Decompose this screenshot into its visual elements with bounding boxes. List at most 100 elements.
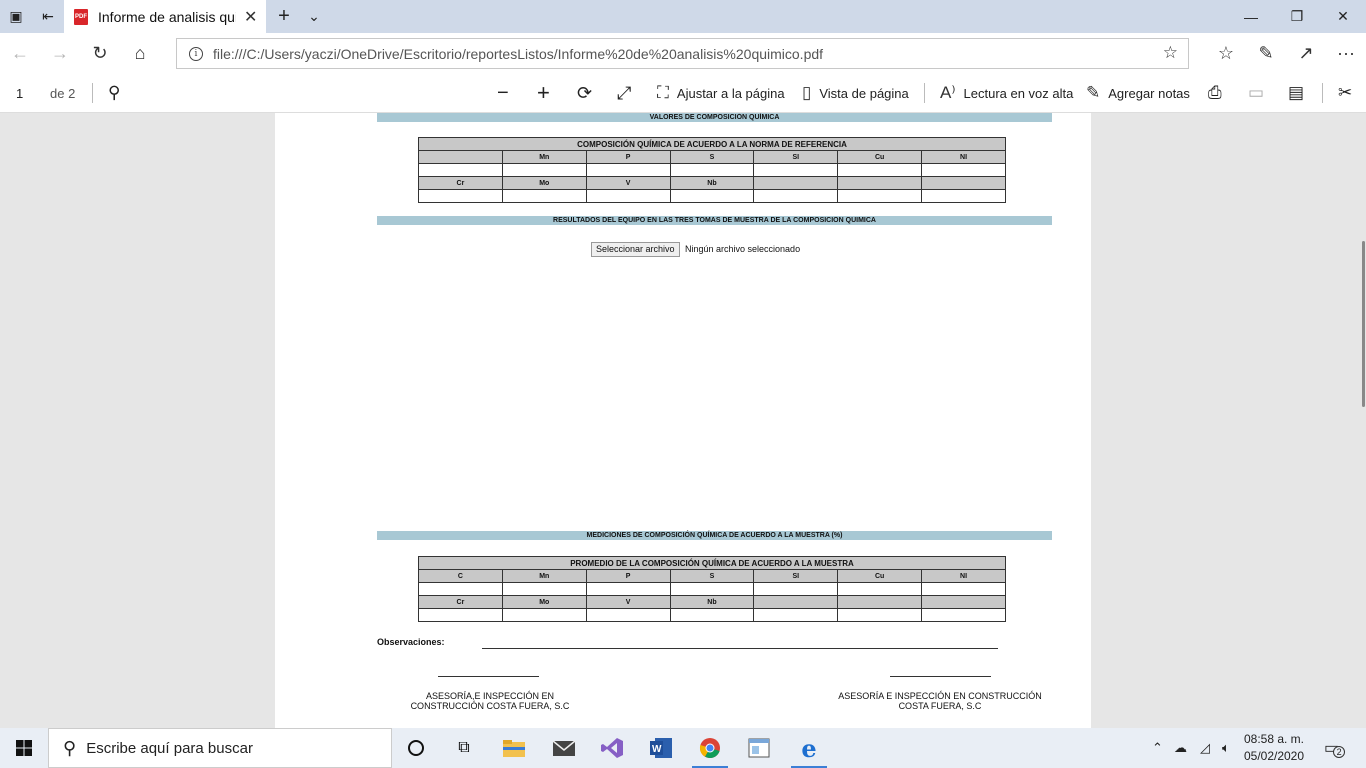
info-icon[interactable]: i [189,46,203,61]
set-tabs-aside-icon[interactable]: ⇤ [32,0,64,33]
restore-button[interactable]: ❐ [1274,0,1320,33]
back-arrow-icon[interactable]: ← [0,33,40,73]
table-cell [837,595,923,609]
fullscreen-icon[interactable]: ⤢ [617,73,631,113]
chevron-down-icon[interactable]: ⌄ [298,0,330,33]
address-bar[interactable]: i file:///C:/Users/yaczi/OneDrive/Escrit… [176,38,1189,69]
file-explorer-icon[interactable] [490,728,538,768]
pdf-toolbar: 1 de 2 ⚲ − + ⟳ ⤢ ⛶ Ajustar a la página ▯ V… [0,73,1366,113]
url-text[interactable]: file:///C:/Users/yaczi/OneDrive/Escritor… [213,46,823,62]
table-cell: Nb [669,595,755,609]
table-cell: SI [753,150,839,164]
windows-start-button[interactable] [0,728,48,768]
add-notes-label: Agregar notas [1108,85,1190,101]
pen-notes-icon[interactable]: ✎ [1246,33,1286,73]
fit-page-label: Ajustar a la página [676,85,785,101]
section-header-results: RESULTADOS DEL EQUIPO EN LAS TRES TOMAS … [377,216,1052,225]
cortana-icon[interactable] [392,728,440,768]
fit-page-button[interactable]: ⛶ Ajustar a la página [657,73,785,113]
table-cell [921,595,1006,609]
table-cell [753,595,839,609]
taskbar-search-box[interactable]: ⚲ Escribe aquí para buscar [48,728,392,768]
table-header-row: Cr Mo V Nb [418,176,1006,190]
close-window-button[interactable]: ✕ [1320,0,1366,33]
signature-line-left [438,676,539,677]
zoom-in-icon[interactable]: + [537,73,550,113]
table-row [418,582,1006,596]
read-aloud-label: Lectura en voz alta [963,85,1074,101]
clock[interactable]: 08:58 a. m. 05/02/2020 [1236,731,1312,765]
signature-right-line2: COSTA FUERA, S.C [898,701,982,711]
search-icon[interactable]: ⚲ [108,73,120,113]
pin-toolbar-icon[interactable]: ✂ [1338,73,1352,113]
table-cell: Cr [418,176,503,190]
cloud-icon[interactable]: ☁ [1174,728,1187,768]
signature-left-line2: CONSTRUCCIÓN COSTA FUERA, S.C [410,701,570,711]
clock-date: 05/02/2020 [1243,749,1305,763]
table-cell: C [418,569,503,583]
read-aloud-button[interactable]: A⁾ Lectura en voz alta [940,73,1073,113]
app-window-icon[interactable] [735,728,783,768]
table-cell: S [669,150,755,164]
minimize-button[interactable]: — [1228,0,1274,33]
signature-right-line1: ASESORÍA E INSPECCIÓN EN CONSTRUCCIÓN [838,691,1042,701]
table-cell: NI [921,150,1006,164]
table-cell [837,176,923,190]
word-icon[interactable]: W [637,728,685,768]
tab-close-icon[interactable]: ✕ [244,7,257,27]
table-cell: NI [921,569,1006,583]
add-notes-button[interactable]: ✎ Agregar notas [1086,73,1190,113]
scrollbar-thumb[interactable] [1362,241,1365,407]
more-options-icon[interactable]: ··· [1326,33,1366,73]
forward-arrow-icon[interactable]: → [40,33,80,73]
table-header-row: C Mn P S SI Cu NI [418,569,1006,583]
tab-title: Informe de analisis quin [98,8,236,25]
page-view-icon: ▯ [802,83,812,102]
read-aloud-icon: A⁾ [940,83,956,102]
table-cell: Mn [501,569,587,583]
visual-studio-icon[interactable] [588,728,636,768]
home-icon[interactable]: ⌂ [120,33,160,73]
tab-actions-icon[interactable]: ▣ [0,0,32,33]
notifications-icon[interactable]: ▭ 2 [1324,728,1346,768]
table-cell [753,176,839,190]
show-hidden-icons-icon[interactable]: ⌃ [1152,728,1163,768]
task-view-icon[interactable]: ⧉ [440,728,488,768]
signature-line-right [890,676,991,677]
favorites-icon[interactable]: ☆ [1206,33,1246,73]
volume-muted-icon[interactable]: 🔈︎ [1222,728,1230,768]
network-icon[interactable]: ◿ [1200,728,1210,768]
save-as-icon[interactable]: ▤ [1288,73,1304,113]
edge-icon[interactable]: e [785,728,833,768]
observations-line [482,648,998,649]
table-cell [921,176,1006,190]
save-icon[interactable]: ▭ [1248,73,1264,113]
notification-count: 2 [1333,746,1346,758]
new-tab-icon[interactable]: + [268,0,300,33]
rotate-icon[interactable]: ⟳ [577,73,592,113]
page-view-label: Vista de página [819,85,909,101]
favorite-star-icon[interactable]: ☆ [1163,43,1178,63]
separator [1322,83,1323,103]
windows-logo-icon [16,740,32,756]
chrome-icon[interactable] [686,728,734,768]
signature-left-line1: ASESORÍA,E INSPECCIÓN EN [425,691,555,701]
page-number-input[interactable]: 1 [16,73,23,113]
mail-icon[interactable] [540,728,588,768]
taskbar: ⚲ Escribe aquí para buscar ⧉ W e ⌃ ☁ ◿ 🔈… [0,728,1366,768]
page-view-button[interactable]: ▯ Vista de página [802,73,909,113]
reference-composition-table: COMPOSICIÓN QUÍMICA DE ACUERDO A LA NORM… [418,137,1006,203]
zoom-out-icon[interactable]: − [497,73,509,113]
table-cell: S [669,569,755,583]
tab-active[interactable]: PDF Informe de analisis quin ✕ [64,0,266,33]
share-icon[interactable]: ↗ [1286,33,1326,73]
table-row [418,163,1006,177]
pdf-viewport[interactable]: VALORES DE COMPOSICIÓN QUÍMICA COMPOSICI… [0,113,1366,728]
refresh-icon[interactable]: ↻ [80,33,120,73]
title-bar: ▣ ⇤ PDF Informe de analisis quin ✕ + ⌄ —… [0,0,1366,33]
page-count: de 2 [50,85,76,101]
table-row [418,608,1006,622]
print-icon[interactable]: ⎙ [1208,73,1222,113]
choose-file-button[interactable]: Seleccionar archivo [591,242,680,257]
file-status-text: Ningún archivo seleccionado [685,244,801,254]
